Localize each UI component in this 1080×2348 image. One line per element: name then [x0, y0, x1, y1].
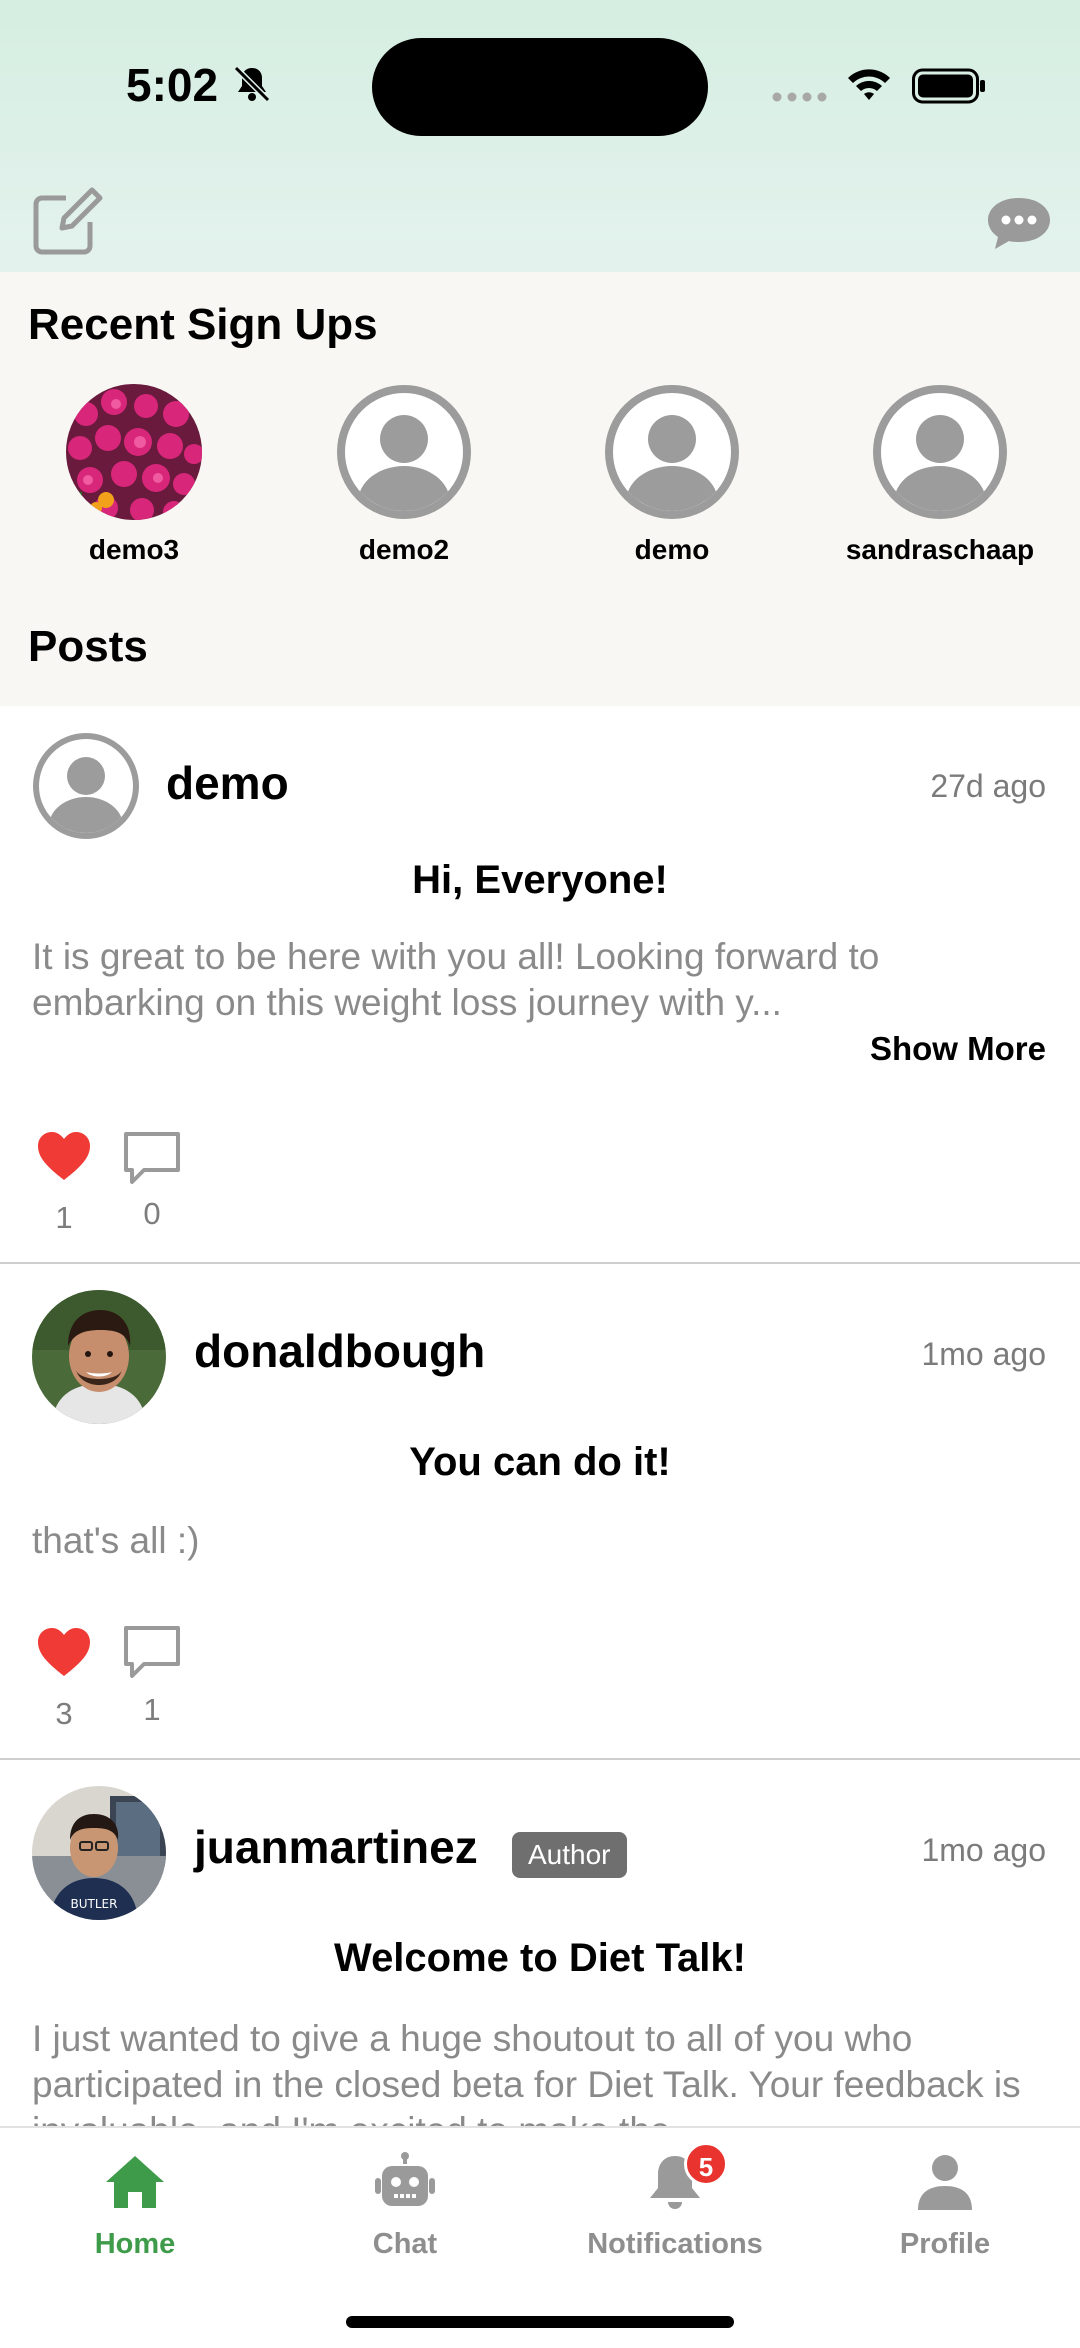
- default-avatar-icon[interactable]: [32, 732, 140, 840]
- post-username[interactable]: juanmartinez: [194, 1820, 478, 1874]
- tab-label: Profile: [899, 2228, 991, 2260]
- person-icon: [918, 2155, 972, 2210]
- comment-count: 0: [143, 1196, 161, 1231]
- user-avatar[interactable]: [32, 1290, 166, 1424]
- post-title: You can do it!: [409, 1440, 671, 1484]
- author-badge: Author: [512, 1832, 627, 1878]
- home-icon: [106, 2156, 164, 2208]
- post-username[interactable]: donaldbough: [194, 1324, 485, 1378]
- post-title: Hi, Everyone!: [412, 858, 668, 902]
- status-time: 5:02: [126, 59, 219, 111]
- notification-badge: 5: [684, 2142, 728, 2186]
- bell-off-icon: [233, 65, 271, 103]
- tab-profile[interactable]: Profile: [810, 2152, 1080, 2261]
- tab-label: Notifications: [587, 2228, 763, 2260]
- recent-signups-title: Recent Sign Ups: [28, 300, 378, 349]
- flower-avatar: [66, 384, 202, 520]
- comment-count: 1: [143, 1692, 161, 1727]
- battery-icon: [912, 68, 985, 104]
- post-username[interactable]: demo: [166, 756, 289, 810]
- signup-user[interactable]: sandraschaap: [830, 384, 1050, 566]
- default-avatar-icon: [336, 384, 472, 520]
- post-body: that's all :): [32, 1520, 200, 1561]
- screen: 5:02 Recent Sign Ups demo3 demo2 demo sa…: [0, 0, 1080, 2348]
- signup-username: sandraschaap: [845, 534, 1035, 565]
- tab-label: Home: [94, 2228, 176, 2260]
- post-time: 1mo ago: [921, 1832, 1046, 1868]
- signal-dots-icon: [772, 92, 827, 102]
- recent-signups: Recent Sign Ups demo3 demo2 demo sandras…: [0, 272, 1080, 706]
- post-time: 27d ago: [930, 768, 1046, 804]
- post-title: Welcome to Diet Talk!: [334, 1936, 746, 1980]
- robot-icon: [375, 2152, 435, 2206]
- dynamic-island: [372, 38, 708, 136]
- signup-user[interactable]: demo3: [24, 384, 244, 566]
- signup-username: demo2: [358, 534, 450, 565]
- top-header: 5:02: [0, 0, 1080, 272]
- user-avatar[interactable]: BUTLER: [32, 1786, 166, 1920]
- posts-title: Posts: [28, 622, 148, 671]
- tab-notifications[interactable]: 5 Notifications: [540, 2142, 810, 2261]
- heart-icon[interactable]: [36, 1130, 92, 1182]
- heart-icon[interactable]: [36, 1626, 92, 1678]
- svg-text:BUTLER: BUTLER: [71, 1897, 118, 1911]
- home-indicator: [346, 2316, 734, 2328]
- post-body: It is great to be here with you all! Loo…: [32, 936, 880, 1023]
- post-time: 1mo ago: [921, 1336, 1046, 1372]
- tab-bar: Home Chat 5 Notifications Profile: [0, 2126, 1080, 2348]
- wifi-icon: [848, 69, 890, 100]
- post-body: I just wanted to give a huge shoutout to…: [32, 2018, 1021, 2126]
- comment-icon[interactable]: [122, 1130, 182, 1186]
- post-card[interactable]: donaldbough 1mo ago You can do it! that'…: [0, 1264, 1080, 1760]
- like-count: 1: [55, 1200, 73, 1235]
- messages-icon[interactable]: [984, 194, 1054, 252]
- like-count: 3: [55, 1696, 73, 1731]
- signup-user[interactable]: demo: [562, 384, 782, 566]
- tab-label: Chat: [372, 2228, 438, 2260]
- tab-home[interactable]: Home: [0, 2152, 270, 2261]
- signup-user[interactable]: demo2: [294, 384, 514, 566]
- comment-icon[interactable]: [122, 1624, 182, 1680]
- default-avatar-icon: [604, 384, 740, 520]
- signup-username: demo: [634, 534, 710, 565]
- signup-username: demo3: [88, 534, 180, 565]
- post-card[interactable]: demo 27d ago Hi, Everyone! It is great t…: [0, 706, 1080, 1264]
- default-avatar-icon: [872, 384, 1008, 520]
- post-card[interactable]: BUTLER juanmartinez Author 1mo ago Welco…: [0, 1760, 1080, 2126]
- tab-chat[interactable]: Chat: [270, 2152, 540, 2261]
- compose-icon[interactable]: [32, 184, 104, 256]
- show-more-link[interactable]: Show More: [870, 1030, 1046, 1068]
